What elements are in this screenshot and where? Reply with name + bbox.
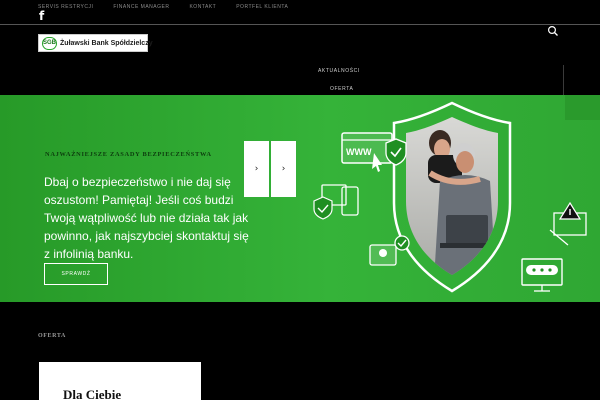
top-nav-item-1[interactable]: SERVIS RESTRYCJI — [38, 4, 93, 10]
bank-logo[interactable]: SGB Żuławski Bank Spółdzielczy — [38, 34, 153, 52]
chevron-right-icon: › — [281, 164, 286, 174]
hero-banner: NAJWAŻNIEJSZE ZASADY BEZPIECZEŃSTWA Dbaj… — [0, 95, 600, 302]
svg-text:WWW: WWW — [346, 147, 372, 157]
offer-card[interactable]: Dla Ciebie — [39, 362, 201, 400]
menu-item-news[interactable]: AKTUALNOŚCI — [318, 68, 360, 74]
hero-corner-tab — [565, 95, 600, 120]
security-illustration: WWW — [313, 101, 587, 293]
top-nav-item-2[interactable]: FINANCE MANAGER — [113, 4, 169, 10]
slider-next-button[interactable]: › — [271, 141, 296, 197]
menu-item-offer[interactable]: OFERTA — [330, 86, 353, 92]
slider-prev-button[interactable]: › — [244, 141, 269, 197]
check-button[interactable]: SPRAWDŹ — [44, 263, 108, 285]
top-nav-item-3[interactable]: KONTAKT — [189, 4, 216, 10]
search-icon[interactable] — [547, 25, 559, 37]
warning-icon — [549, 201, 587, 246]
menu-divider — [563, 65, 564, 95]
sgb-badge: SGB — [42, 36, 58, 50]
chevron-right-icon: › — [254, 164, 259, 174]
devices-shield-icon — [313, 184, 359, 220]
top-navigation: SERVIS RESTRYCJI FINANCE MANAGER KONTAKT… — [38, 4, 288, 10]
slider-navigation: › › — [244, 141, 296, 197]
hero-title: NAJWAŻNIEJSZE ZASADY BEZPIECZEŃSTWA — [45, 151, 212, 158]
hero-text: Dbaj o bezpieczeństwo i nie daj się oszu… — [44, 175, 249, 261]
couple-photo — [406, 117, 498, 275]
browser-www-icon: WWW — [341, 132, 407, 172]
facebook-icon[interactable]: f — [39, 10, 44, 22]
offer-card-title: Dla Ciebie — [63, 387, 122, 400]
top-nav-item-4[interactable]: PORTFEL KLIENTA — [236, 4, 288, 10]
bank-name: Żuławski Bank Spółdzielczy — [60, 39, 153, 47]
offer-heading: OFERTA — [38, 333, 66, 339]
chat-person-icon — [369, 235, 410, 266]
header-divider — [0, 24, 600, 25]
password-monitor-icon — [521, 258, 563, 292]
